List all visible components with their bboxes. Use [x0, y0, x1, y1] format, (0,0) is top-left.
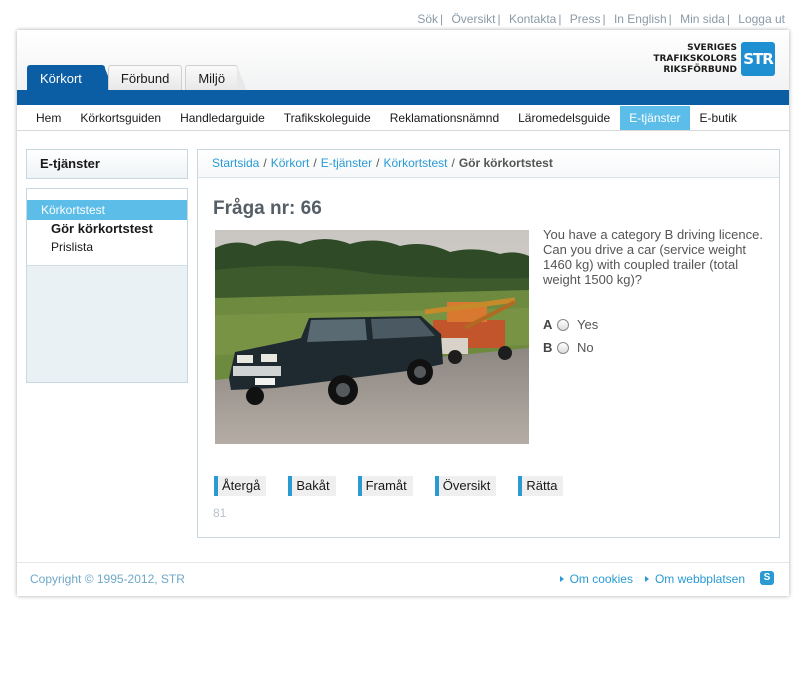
util-link-logout[interactable]: Logga ut: [738, 12, 785, 26]
arrow-right-icon: [644, 576, 649, 582]
tab-forbund[interactable]: Förbund: [107, 65, 183, 90]
question-title: Fråga nr: 66: [213, 198, 322, 219]
header: SVERIGES TRAFIKSKOLORS RIKSFÖRBUND STR K…: [17, 30, 789, 92]
sidebar-title: E-tjänster: [26, 149, 188, 179]
main-content: Startsida / Körkort / E-tjänster / Körkortstes…: [197, 149, 780, 538]
tab-notch: [237, 66, 248, 91]
answer-letter: B: [543, 340, 553, 355]
breadcrumb: Startsida / Körkort / E-tjänster / Körkortstes…: [198, 150, 779, 178]
answer-letter: A: [543, 317, 553, 332]
tab-miljo[interactable]: Miljö: [185, 65, 248, 91]
separator: |: [726, 12, 730, 26]
return-button[interactable]: Återgå: [214, 476, 267, 496]
logo-line: SVERIGES: [687, 42, 737, 53]
logo-line: TRAFIKSKOLORS: [653, 53, 737, 64]
breadcrumb-separator: /: [376, 156, 380, 170]
str-logo-mark: STR: [741, 42, 775, 76]
breadcrumb-current: Gör körkortstest: [458, 156, 553, 170]
question-counter: 81: [213, 506, 227, 520]
sidebar-item-korkortstest[interactable]: Körkortstest: [27, 200, 187, 220]
separator: |: [602, 12, 606, 26]
logo-text: SVERIGES TRAFIKSKOLORS RIKSFÖRBUND: [653, 43, 737, 76]
separator: |: [440, 12, 444, 26]
tab-korkort[interactable]: Körkort: [27, 65, 114, 91]
util-link-press[interactable]: Press: [570, 12, 601, 26]
main-nav: Hem Körkortsguiden Handledarguide Trafik…: [17, 105, 789, 131]
sidebar-item-prislista[interactable]: Prislista: [27, 238, 187, 256]
footer-links: Om cookies Om webbplatsen: [548, 572, 745, 586]
util-link-overview[interactable]: Översikt: [451, 12, 495, 26]
nav-item-laromedelsguide[interactable]: Läromedelsguide: [509, 106, 619, 130]
tab-label: Miljö: [198, 71, 226, 86]
answer-radio-a[interactable]: [557, 318, 569, 331]
breadcrumb-link[interactable]: Körkortstest: [383, 156, 447, 170]
car-with-trailer-photo: [215, 230, 529, 444]
footer: Copyright © 1995-2012, STR Om cookies Om…: [17, 562, 789, 596]
header-bar: [17, 90, 789, 105]
nav-item-korkortsguiden[interactable]: Körkortsguiden: [71, 106, 170, 130]
answer-option-b[interactable]: B No: [543, 336, 598, 359]
util-link-my-page[interactable]: Min sida: [680, 12, 725, 26]
nav-item-handledarguide[interactable]: Handledarguide: [171, 106, 274, 130]
str-logo[interactable]: SVERIGES TRAFIKSKOLORS RIKSFÖRBUND STR: [653, 42, 775, 76]
footer-link-about[interactable]: Om webbplatsen: [644, 572, 745, 586]
question-actions: Återgå Bakåt Framåt Översikt Rätta: [214, 476, 585, 496]
footer-link-label: Om cookies: [569, 572, 633, 586]
answer-label: No: [577, 340, 594, 355]
nav-item-reklamationsnamnd[interactable]: Reklamationsnämnd: [381, 106, 508, 130]
breadcrumb-link[interactable]: Körkort: [271, 156, 310, 170]
breadcrumb-separator: /: [313, 156, 317, 170]
arrow-right-icon: [559, 576, 564, 582]
nav-item-e-butik[interactable]: E-butik: [691, 106, 746, 130]
main-tabs: Körkort Förbund Miljö: [27, 65, 248, 91]
util-link-contact[interactable]: Kontakta: [509, 12, 556, 26]
separator: |: [497, 12, 501, 26]
copyright: Copyright © 1995-2012, STR: [30, 572, 185, 586]
question-text: You have a category B driving licence. C…: [543, 227, 763, 287]
answer-label: Yes: [577, 317, 599, 332]
breadcrumb-separator: /: [263, 156, 267, 170]
breadcrumb-link[interactable]: E-tjänster: [321, 156, 372, 170]
nav-item-hem[interactable]: Hem: [27, 106, 70, 130]
nav-item-trafikskoleguide[interactable]: Trafikskoleguide: [275, 106, 380, 130]
question-photo: [215, 230, 529, 444]
skype-icon[interactable]: S: [760, 571, 774, 585]
sidebar-menu: Körkortstest Gör körkortstest Prislista: [27, 189, 187, 266]
tab-label: Förbund: [120, 71, 170, 86]
sidebar-item-gor-korkortstest[interactable]: Gör körkortstest: [27, 220, 187, 238]
logo-line: RIKSFÖRBUND: [663, 64, 737, 75]
breadcrumb-separator: /: [451, 156, 455, 170]
overview-button[interactable]: Översikt: [434, 476, 497, 496]
footer-link-cookies[interactable]: Om cookies: [559, 572, 633, 586]
grade-button[interactable]: Rätta: [518, 476, 564, 496]
separator: |: [668, 12, 672, 26]
tab-label: Körkort: [40, 71, 82, 86]
answer-options: A Yes B No: [543, 313, 598, 359]
utility-links: Sök | Översikt | Kontakta | Press | In Engli…: [417, 12, 785, 26]
sidebar: Körkortstest Gör körkortstest Prislista: [26, 188, 188, 383]
util-link-english[interactable]: In English: [614, 12, 667, 26]
page-shell: SVERIGES TRAFIKSKOLORS RIKSFÖRBUND STR K…: [17, 30, 789, 596]
nav-item-e-tjanster[interactable]: E-tjänster: [620, 105, 690, 130]
separator: |: [558, 12, 562, 26]
footer-link-label: Om webbplatsen: [654, 572, 745, 586]
breadcrumb-link[interactable]: Startsida: [212, 156, 259, 170]
util-link-search[interactable]: Sök: [417, 12, 438, 26]
answer-option-a[interactable]: A Yes: [543, 313, 598, 336]
answer-radio-b[interactable]: [557, 341, 569, 354]
forward-button[interactable]: Framåt: [357, 476, 413, 496]
back-button[interactable]: Bakåt: [288, 476, 336, 496]
